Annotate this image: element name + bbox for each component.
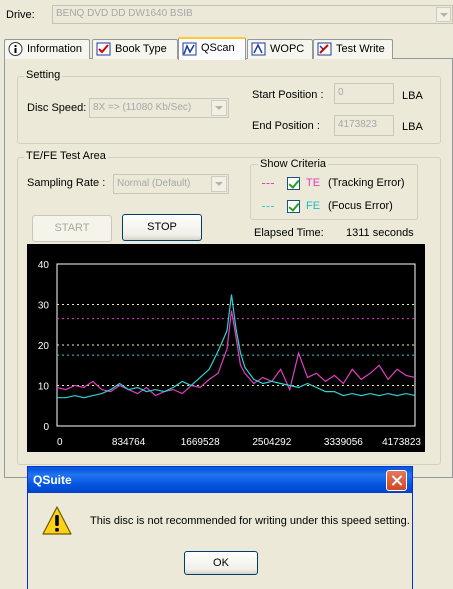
chart-svg: 40 30 20 10 00 834764 1669528 2504292 3339056 417… [38,260,422,448]
chevron-down-icon[interactable] [436,7,451,22]
fe-long-label: (Focus Error) [328,200,393,212]
close-icon[interactable] [386,470,407,491]
start-position-label: Start Position : [252,89,324,101]
start-button[interactable]: START [32,215,112,242]
book-type-icon [96,42,111,56]
elapsed-time-label: Elapsed Time: [254,227,324,239]
y-tick-label: 0 [43,422,49,433]
end-position-field[interactable]: 4173823 [334,115,394,136]
chevron-down-icon[interactable] [211,100,227,116]
drive-label: Drive: [6,9,35,21]
fe-short-label: FE [306,200,321,212]
x-tick-label: 2504292 [252,437,291,448]
qscan-icon [182,42,197,56]
tab-information[interactable]: Information [4,39,90,59]
dialog-title: QSuite [33,473,72,487]
tab-qscan[interactable]: QScan [178,37,246,60]
sampling-rate-select[interactable]: Normal (Default) [113,174,229,194]
drive-select-value: BENQ DVD DD DW1640 BSIB [56,8,193,19]
setting-group-label: Setting [24,69,63,81]
y-tick-label: 40 [38,260,50,271]
test-write-icon [317,42,332,56]
chevron-down-icon[interactable] [211,176,227,192]
disc-speed-select[interactable]: 8X => (11080 Kb/Sec) [89,98,229,118]
start-position-value: 0 [338,87,344,98]
sampling-rate-label: Sampling Rate : [27,177,106,189]
y-tick-label: 30 [38,301,50,312]
x-tick-label: 834764 [112,437,146,448]
elapsed-time-value: 1311 seconds [346,227,414,239]
start-position-field[interactable]: 0 [334,83,394,104]
start-position-unit: LBA [402,90,423,102]
qscan-chart: 40 30 20 10 0 0 834764 1669528 2504292 3339056 417… [27,244,425,452]
sampling-rate-value: Normal (Default) [117,178,191,189]
x-tick-label: 4173823 [382,437,421,448]
y-tick-label: 10 [38,382,50,393]
ok-button[interactable]: OK [184,551,258,575]
warning-icon [42,506,72,535]
tab-wopc-label: WOPC [270,43,305,55]
tab-test-write-label: Test Write [336,43,385,55]
tab-book-type[interactable]: Book Type [92,39,178,59]
show-criteria-label: Show Criteria [258,158,329,170]
x-tick-label: 3339056 [324,437,363,448]
disc-speed-value: 8X => (11080 Kb/Sec) [93,102,192,113]
te-legend-line [262,183,274,184]
te-long-label: (Tracking Error) [328,177,405,189]
end-position-label: End Position : [252,120,320,132]
qsuite-dialog: QSuite This disc is not recommended for … [27,466,413,589]
test-area-group-label: TE/FE Test Area [24,150,108,162]
fe-legend-line [262,206,274,207]
y-tick-label: 20 [38,341,50,352]
disc-speed-label: Disc Speed: [27,102,87,114]
dialog-titlebar[interactable]: QSuite [28,467,412,493]
tab-bar: Information Book Type QScan WOPC Test Wr… [4,37,453,60]
info-icon [8,42,23,56]
stop-button[interactable]: STOP [122,214,202,241]
dialog-message: This disc is not recommended for writing… [90,515,410,527]
fe-checkbox[interactable] [287,200,300,213]
x-tick-label: 1669528 [181,437,220,448]
tab-wopc[interactable]: WOPC [247,39,313,59]
end-position-unit: LBA [402,121,423,133]
tab-test-write[interactable]: Test Write [313,39,393,59]
tab-qscan-label: QScan [201,42,235,54]
dialog-body: This disc is not recommended for writing… [28,493,412,589]
tab-book-type-label: Book Type [115,43,167,55]
wopc-icon [251,42,266,56]
te-short-label: TE [306,177,321,189]
plot-frame [56,263,416,427]
series-fe-line [57,294,416,399]
te-checkbox[interactable] [287,177,300,190]
series-te-line [56,310,416,397]
x-tick-label: 0 [57,437,63,448]
drive-select[interactable]: BENQ DVD DD DW1640 BSIB [52,5,453,24]
end-position-value: 4173823 [338,119,377,130]
tab-information-label: Information [27,43,83,55]
